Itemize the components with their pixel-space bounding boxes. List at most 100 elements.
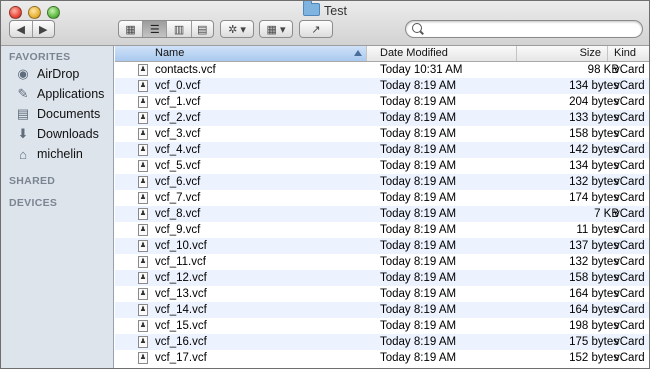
- search-icon: [412, 23, 422, 33]
- file-name: vcf_7.vcf: [155, 192, 201, 204]
- file-row[interactable]: ♟ vcf_2.vcf Today 8:19 AM 133 bytes vCard: [115, 110, 649, 126]
- file-row[interactable]: ♟ vcf_8.vcf Today 8:19 AM 7 KB vCard: [115, 206, 649, 222]
- action-menu-button[interactable]: ✲ ▾: [220, 20, 254, 38]
- vcard-file-icon: ♟: [138, 304, 148, 316]
- file-size: 152 bytes: [569, 352, 619, 364]
- column-view-button[interactable]: ▥: [167, 21, 192, 37]
- file-date-modified: Today 8:19 AM: [380, 128, 457, 140]
- file-date-modified: Today 8:19 AM: [380, 96, 457, 108]
- vcard-file-icon: ♟: [138, 320, 148, 332]
- kind-column-header[interactable]: Kind: [608, 46, 649, 61]
- file-row[interactable]: ♟ vcf_5.vcf Today 8:19 AM 134 bytes vCard: [115, 158, 649, 174]
- icon-view-button[interactable]: ▦: [119, 21, 144, 37]
- shared-heading[interactable]: SHARED: [9, 175, 55, 187]
- gear-icon: ✲ ▾: [228, 23, 246, 36]
- file-row[interactable]: ♟ vcf_11.vcf Today 8:19 AM 132 bytes vCard: [115, 254, 649, 270]
- file-row[interactable]: ♟ vcf_1.vcf Today 8:19 AM 204 bytes vCard: [115, 94, 649, 110]
- file-size: 137 bytes: [569, 240, 619, 252]
- file-name: vcf_13.vcf: [155, 288, 207, 300]
- vcard-file-icon: ♟: [138, 352, 148, 364]
- file-kind: vCard: [614, 240, 645, 252]
- file-date-modified: Today 8:19 AM: [380, 240, 457, 252]
- file-row[interactable]: ♟ vcf_14.vcf Today 8:19 AM 164 bytes vCard: [115, 302, 649, 318]
- file-kind: vCard: [614, 320, 645, 332]
- file-name: vcf_4.vcf: [155, 144, 201, 156]
- file-name: vcf_1.vcf: [155, 96, 201, 108]
- file-list: Name Date Modified Size Kind ♟ contacts.v…: [115, 46, 649, 368]
- airdrop-icon: ◉: [17, 66, 29, 81]
- date-column-label: Date Modified: [380, 47, 448, 59]
- search-field[interactable]: [405, 20, 643, 38]
- cover-flow-icon: ▤: [197, 23, 208, 36]
- file-kind: vCard: [614, 192, 645, 204]
- file-row[interactable]: ♟ vcf_12.vcf Today 8:19 AM 158 bytes vCard: [115, 270, 649, 286]
- favorites-heading: FAVORITES: [9, 51, 71, 63]
- file-kind: vCard: [614, 80, 645, 92]
- file-name: vcf_14.vcf: [155, 304, 207, 316]
- sidebar-item-documents[interactable]: ▤ Documents: [15, 105, 100, 123]
- file-name: vcf_5.vcf: [155, 160, 201, 172]
- vcard-file-icon: ♟: [138, 96, 148, 108]
- file-kind: vCard: [614, 144, 645, 156]
- file-kind: vCard: [614, 352, 645, 364]
- forward-button[interactable]: ▶: [33, 21, 55, 37]
- view-mode-control: ▦ ☰ ▥ ▤: [118, 20, 214, 38]
- file-row[interactable]: ♟ vcf_13.vcf Today 8:19 AM 164 bytes vCard: [115, 286, 649, 302]
- file-date-modified: Today 8:19 AM: [380, 208, 457, 220]
- file-name: vcf_0.vcf: [155, 80, 201, 92]
- sidebar-item-label: Applications: [37, 87, 105, 101]
- file-date-modified: Today 8:19 AM: [380, 224, 457, 236]
- file-kind: vCard: [614, 336, 645, 348]
- file-size: 175 bytes: [569, 336, 619, 348]
- file-date-modified: Today 8:19 AM: [380, 112, 457, 124]
- file-kind: vCard: [614, 160, 645, 172]
- file-row[interactable]: ♟ vcf_6.vcf Today 8:19 AM 132 bytes vCard: [115, 174, 649, 190]
- sidebar: FAVORITES ◉ AirDrop ✎ Applications ▤ Document…: [1, 46, 114, 368]
- file-row[interactable]: ♟ vcf_0.vcf Today 8:19 AM 134 bytes vCard: [115, 78, 649, 94]
- file-row[interactable]: ♟ vcf_10.vcf Today 8:19 AM 137 bytes vCard: [115, 238, 649, 254]
- sidebar-item-downloads[interactable]: ⬇ Downloads: [15, 125, 99, 143]
- file-row[interactable]: ♟ vcf_4.vcf Today 8:19 AM 142 bytes vCard: [115, 142, 649, 158]
- file-size: 164 bytes: [569, 304, 619, 316]
- file-size: 174 bytes: [569, 192, 619, 204]
- file-name: vcf_10.vcf: [155, 240, 207, 252]
- file-size: 98 KB: [587, 64, 619, 76]
- name-column-label: Name: [155, 47, 185, 59]
- file-date-modified: Today 8:19 AM: [380, 256, 457, 268]
- vcard-file-icon: ♟: [138, 176, 148, 188]
- sidebar-item-applications[interactable]: ✎ Applications: [15, 85, 105, 103]
- file-name: vcf_12.vcf: [155, 272, 207, 284]
- file-date-modified: Today 8:19 AM: [380, 336, 457, 348]
- file-size: 158 bytes: [569, 272, 619, 284]
- file-row[interactable]: ♟ vcf_9.vcf Today 8:19 AM 11 bytes vCard: [115, 222, 649, 238]
- date-column-header[interactable]: Date Modified: [367, 46, 517, 61]
- back-button[interactable]: ◀: [10, 21, 33, 37]
- file-name: vcf_2.vcf: [155, 112, 201, 124]
- vcard-file-icon: ♟: [138, 272, 148, 284]
- file-row[interactable]: ♟ vcf_3.vcf Today 8:19 AM 158 bytes vCard: [115, 126, 649, 142]
- file-name: vcf_16.vcf: [155, 336, 207, 348]
- file-row[interactable]: ♟ contacts.vcf Today 10:31 AM 98 KB vCard: [115, 62, 649, 78]
- back-forward-control: ◀ ▶: [9, 20, 55, 38]
- file-row[interactable]: ♟ vcf_7.vcf Today 8:19 AM 174 bytes vCard: [115, 190, 649, 206]
- share-button[interactable]: ↗: [299, 20, 333, 38]
- file-name: contacts.vcf: [155, 64, 216, 76]
- file-date-modified: Today 8:19 AM: [380, 160, 457, 172]
- file-name: vcf_9.vcf: [155, 224, 201, 236]
- arrange-menu-button[interactable]: ▦ ▾: [259, 20, 293, 38]
- file-size: 133 bytes: [569, 112, 619, 124]
- file-row[interactable]: ♟ vcf_15.vcf Today 8:19 AM 198 bytes vCard: [115, 318, 649, 334]
- search-input[interactable]: [426, 22, 636, 36]
- file-row[interactable]: ♟ vcf_16.vcf Today 8:19 AM 175 bytes vCard: [115, 334, 649, 350]
- file-name: vcf_17.vcf: [155, 352, 207, 364]
- devices-heading[interactable]: DEVICES: [9, 197, 57, 209]
- file-row[interactable]: ♟ vcf_17.vcf Today 8:19 AM 152 bytes vCard: [115, 350, 649, 366]
- sidebar-item-label: AirDrop: [37, 67, 80, 81]
- size-column-header[interactable]: Size: [517, 46, 608, 61]
- name-column-header[interactable]: Name: [115, 46, 367, 61]
- list-view-button[interactable]: ☰: [143, 21, 168, 37]
- sidebar-item-airdrop[interactable]: ◉ AirDrop: [15, 65, 79, 83]
- size-column-label: Size: [579, 47, 601, 59]
- cover-flow-button[interactable]: ▤: [192, 21, 213, 37]
- sidebar-item-michelin[interactable]: ⌂ michelin: [15, 145, 83, 163]
